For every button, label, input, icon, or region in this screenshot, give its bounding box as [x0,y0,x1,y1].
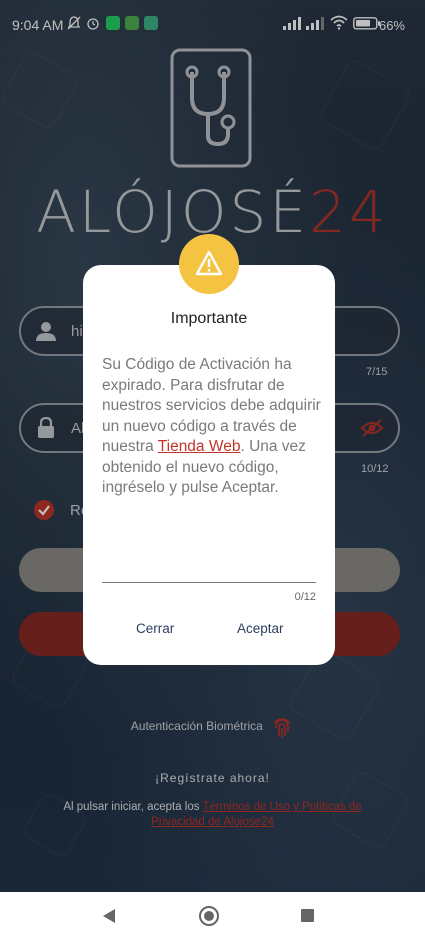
dialog-title: Importante [170,310,248,327]
home-icon[interactable] [199,906,219,926]
close-button[interactable]: Cerrar [136,621,174,636]
recents-icon[interactable] [301,909,314,922]
activation-code-counter: 0/12 [294,591,316,603]
system-nav-bar [0,892,425,945]
back-icon[interactable] [103,909,115,923]
accept-button[interactable]: Aceptar [237,621,284,636]
warning-triangle-icon [195,250,223,276]
dialog-message: Su Código de Activación ha expirado. Par… [102,355,322,499]
warning-badge [179,234,239,294]
activation-dialog: Importante Su Código de Activación ha ex… [83,265,335,665]
store-link[interactable]: Tienda Web [158,438,241,455]
activation-code-input[interactable] [102,571,316,583]
